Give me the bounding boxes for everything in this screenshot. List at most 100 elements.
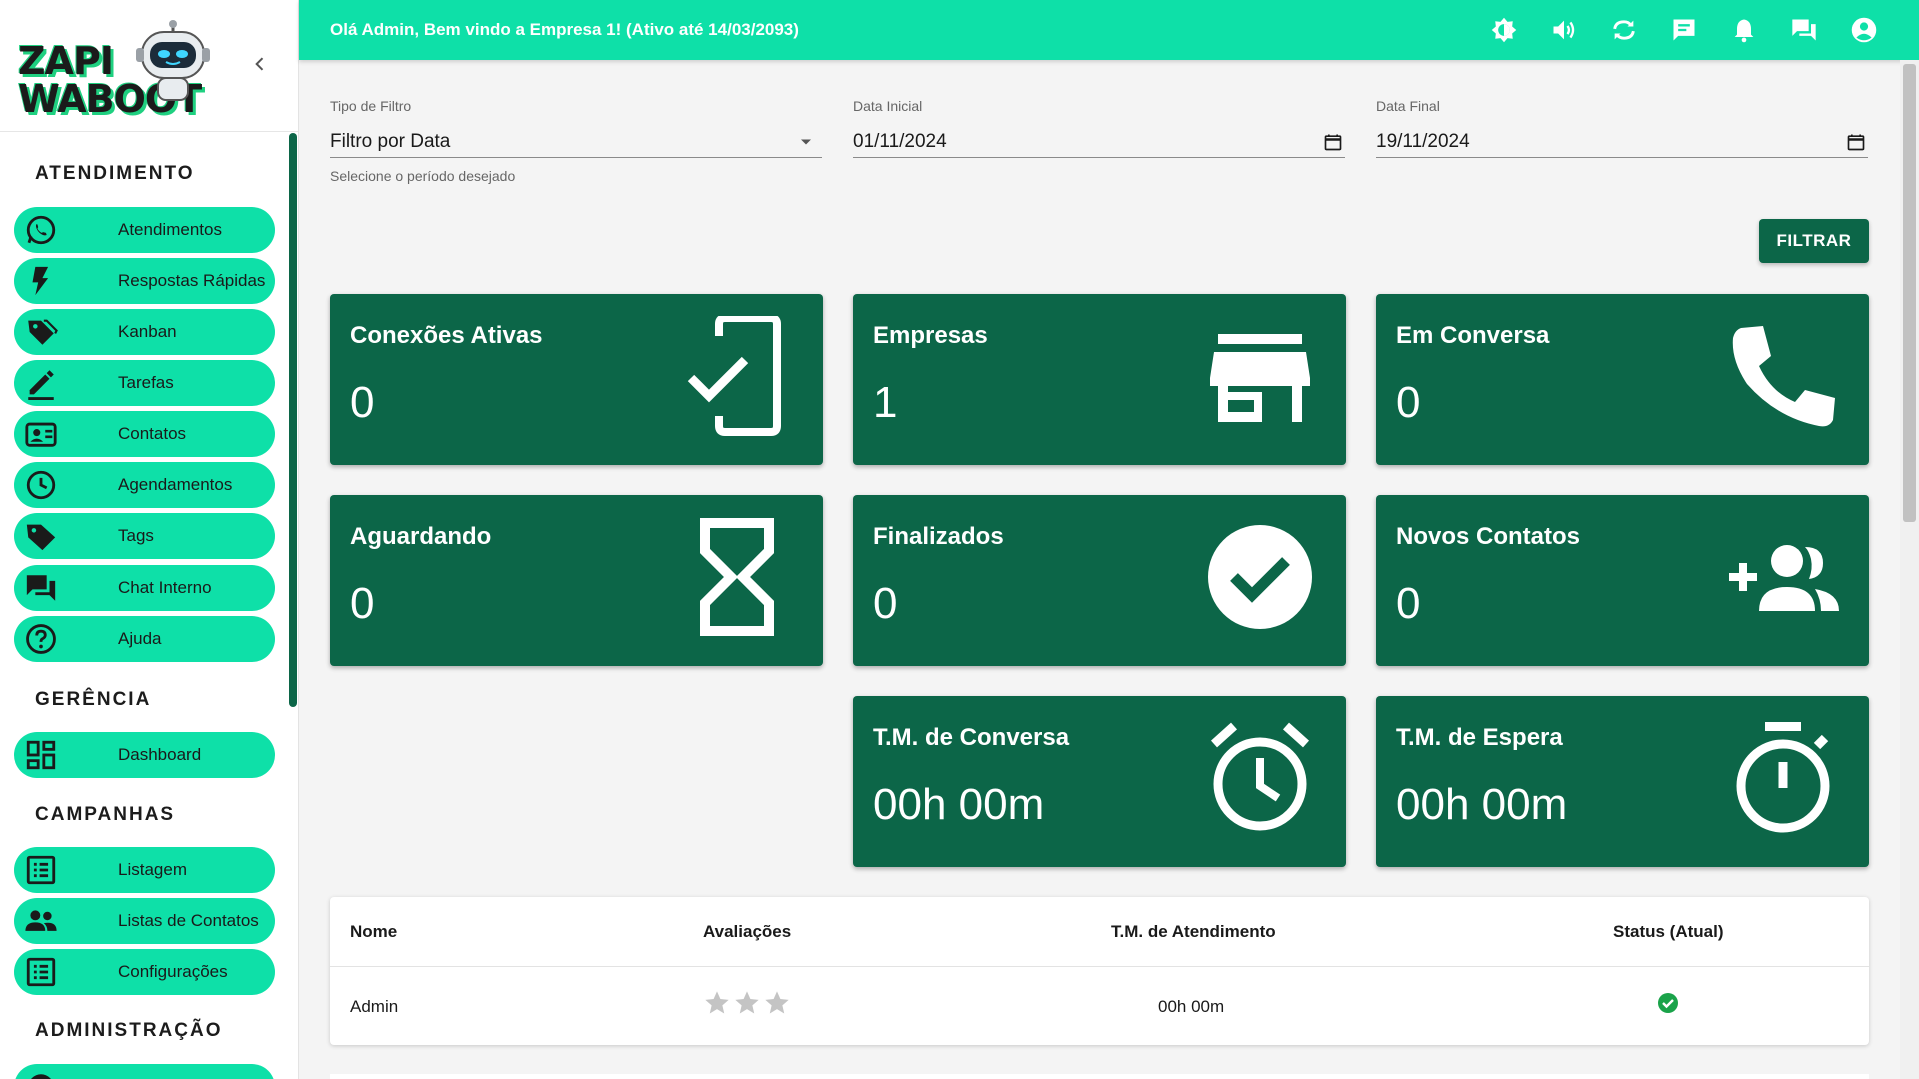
sidebar-item-label: Chat Interno: [118, 578, 212, 597]
card-value: 00h 00m: [1396, 780, 1568, 829]
forum-icon[interactable]: [1789, 15, 1819, 45]
store-icon: [1200, 316, 1320, 436]
people-icon: [21, 901, 61, 941]
volume-icon[interactable]: [1549, 15, 1579, 45]
sidebar-item-respostas-rapidas[interactable]: Respostas Rápidas: [14, 258, 275, 304]
end-date-value: 19/11/2024: [1376, 130, 1470, 152]
collapse-sidebar-button[interactable]: [248, 52, 272, 76]
card-conexoes-ativas: Conexões Ativas 0: [330, 294, 823, 465]
sidebar-item-chat-interno[interactable]: Chat Interno: [14, 565, 275, 611]
card-title: T.M. de Espera: [1396, 724, 1563, 751]
sidebar-item-listagem[interactable]: Listagem: [14, 847, 275, 893]
filter-type-label: Tipo de Filtro: [330, 98, 412, 114]
sidebar-item-dashboard[interactable]: Dashboard: [14, 732, 275, 778]
tag-icon: [21, 312, 61, 352]
filter-button[interactable]: FILTRAR: [1759, 219, 1869, 263]
card-title: T.M. de Conversa: [873, 724, 1070, 751]
brightness-icon[interactable]: [1489, 15, 1519, 45]
card-value: 00h 00m: [873, 780, 1045, 829]
list-alt-icon: [21, 850, 61, 890]
alarm-icon: [1200, 718, 1320, 838]
sidebar-item-label: Tags: [118, 526, 154, 545]
card-value: 0: [350, 378, 375, 427]
phone-icon: [1723, 316, 1843, 436]
rating-stars[interactable]: [703, 989, 793, 1017]
card-value: 0: [1396, 378, 1421, 427]
forum-icon: [21, 568, 61, 608]
row-tm: 00h 00m: [1158, 997, 1225, 1016]
chevron-left-icon: [255, 57, 264, 71]
card-title: Aguardando: [350, 523, 492, 550]
account-icon[interactable]: [1849, 15, 1879, 45]
card-title: Em Conversa: [1396, 322, 1550, 349]
mobile-check-icon: [677, 314, 797, 436]
sidebar-item-listas-de-contatos[interactable]: Listas de Contatos: [14, 898, 275, 944]
row-nome: Admin: [350, 997, 399, 1016]
attendants-table: Nome Avaliações T.M. de Atendimento Stat…: [330, 897, 1869, 1045]
page-scrollbar-thumb[interactable]: [1903, 64, 1916, 522]
status-online-icon: [1658, 993, 1678, 1013]
end-date-label: Data Final: [1376, 98, 1440, 114]
sidebar-item-tags[interactable]: Tags: [14, 513, 275, 559]
sidebar-item-configuracoes[interactable]: Configurações: [14, 949, 275, 995]
sidebar-item-label: Agendamentos: [118, 475, 233, 494]
sidebar-item-label: Configurações: [118, 962, 228, 981]
sidebar-scrollbar[interactable]: [289, 133, 297, 707]
sidebar-item-label: Kanban: [118, 322, 177, 341]
dropdown-arrow-icon: [801, 139, 811, 144]
calendar-icon[interactable]: [1846, 132, 1866, 152]
start-date-input[interactable]: 01/11/2024: [853, 126, 1345, 158]
clock-icon: [21, 465, 61, 505]
sidebar-item-kanban[interactable]: Kanban: [14, 309, 275, 355]
sidebar-item-ajuda[interactable]: Ajuda: [14, 616, 275, 662]
sidebar-item-label: Atendimentos: [118, 220, 222, 239]
card-finalizados: Finalizados 0: [853, 495, 1346, 666]
notifications-icon[interactable]: [1729, 15, 1759, 45]
calendar-icon[interactable]: [1323, 132, 1343, 152]
sidebar-item-label: Listas de Contatos: [118, 911, 259, 930]
sidebar: ZAPI WABOOT ATENDIMENTO Atendimentos Res…: [0, 0, 299, 1079]
sidebar-item-label: Ajuda: [118, 629, 162, 648]
filter-type-value: Filtro por Data: [330, 130, 451, 152]
section-atendimento: ATENDIMENTO: [35, 163, 195, 184]
robot-mascot-icon: [136, 20, 210, 101]
column-tm-atendimento: T.M. de Atendimento: [1111, 922, 1276, 941]
card-title: Empresas: [873, 322, 988, 349]
sidebar-item-tarefas[interactable]: Tarefas: [14, 360, 275, 406]
card-novos-contatos: Novos Contatos 0: [1376, 495, 1869, 666]
sidebar-item-contatos[interactable]: Contatos: [14, 411, 275, 457]
start-date-field[interactable]: Data Inicial 01/11/2024: [853, 98, 1345, 158]
column-avaliacoes: Avaliações: [703, 922, 792, 941]
card-title: Conexões Ativas: [350, 322, 543, 349]
sidebar-item-label: Dashboard: [118, 745, 202, 764]
sidebar-item-label: Contatos: [118, 424, 187, 443]
sidebar-item-label: Tarefas: [118, 373, 174, 392]
card-title: Finalizados: [873, 523, 1004, 550]
card-empresas: Empresas 1: [853, 294, 1346, 465]
column-nome: Nome: [350, 922, 398, 941]
card-title: Novos Contatos: [1396, 523, 1581, 550]
timer-icon: [1723, 718, 1843, 838]
filter-type-select[interactable]: Tipo de Filtro Filtro por Data: [330, 98, 822, 158]
contact-card-icon: [21, 414, 61, 454]
column-status: Status (Atual): [1613, 922, 1724, 941]
star-icon[interactable]: [733, 989, 761, 1017]
card-aguardando: Aguardando 0: [330, 495, 823, 666]
section-campanhas: CAMPANHAS: [35, 804, 176, 825]
end-date-input[interactable]: 19/11/2024: [1376, 126, 1868, 158]
filter-type-value-row[interactable]: Filtro por Data: [330, 126, 822, 158]
partial-icon: [21, 1067, 61, 1079]
section-administracao: ADMINISTRAÇÃO: [35, 1020, 223, 1041]
sidebar-item-partial[interactable]: [14, 1064, 275, 1079]
next-section-edge: [330, 1074, 1869, 1079]
card-value: 1: [873, 378, 898, 427]
sync-icon[interactable]: [1609, 15, 1639, 45]
star-icon[interactable]: [703, 989, 731, 1017]
sidebar-item-agendamentos[interactable]: Agendamentos: [14, 462, 275, 508]
logo-area: ZAPI WABOOT: [0, 0, 298, 132]
pencil-icon: [21, 363, 61, 403]
end-date-field[interactable]: Data Final 19/11/2024: [1376, 98, 1868, 158]
sidebar-item-atendimentos[interactable]: Atendimentos: [14, 207, 275, 253]
star-icon[interactable]: [763, 989, 791, 1017]
message-icon[interactable]: [1669, 15, 1699, 45]
